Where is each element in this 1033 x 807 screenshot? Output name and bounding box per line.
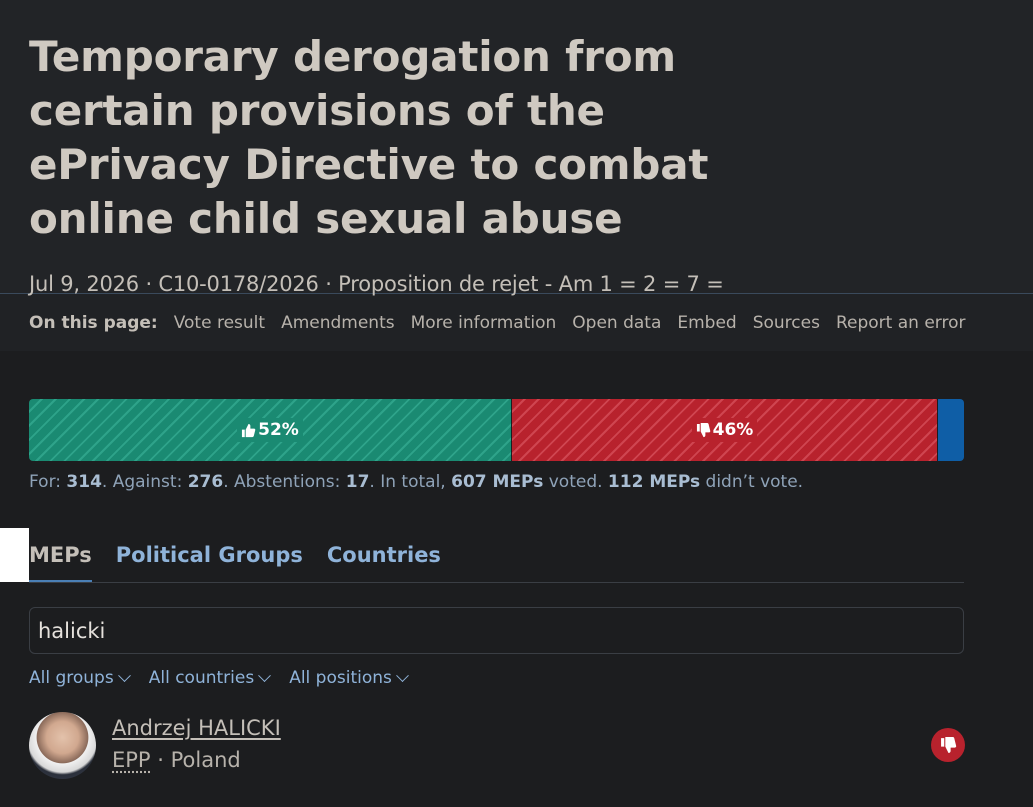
for-segment: 52% [29,399,511,461]
chevron-down-icon [117,668,131,682]
vote-position-badge [931,728,965,762]
not-voted-count: 112 MEPs [607,472,701,492]
nav-link-sources[interactable]: Sources [753,313,820,333]
vote-summary: For: 314. Against: 276. Abstentions: 17.… [29,472,803,492]
for-percentage: 52% [237,418,303,442]
tab-political-groups[interactable]: Political Groups [116,543,303,582]
filter-groups[interactable]: All groups [29,668,131,688]
nav-link-amendments[interactable]: Amendments [281,313,395,333]
thumbs-down-icon [696,422,710,437]
total-count: 607 MEPs [451,472,544,492]
filter-groups-label: All groups [29,668,114,688]
against-percentage: 46% [691,418,758,442]
mep-name-link[interactable]: Andrzej HALICKI [112,716,281,740]
chevron-down-icon [396,668,409,682]
main-content: 52% 46% For: 314. Against: 276. Abstenti… [0,351,1033,807]
avatar [29,712,96,779]
mep-details: EPP · Poland [112,748,241,772]
on-this-page-nav: On this page: Vote result Amendments Mor… [0,293,1033,351]
total-label: . In total, [369,472,452,492]
for-count: 314 [66,472,102,492]
result-tabs: MEPs Political Groups Countries [29,543,964,583]
thumbs-up-icon [242,423,256,437]
against-percentage-text: 46% [712,420,754,440]
nav-link-open-data[interactable]: Open data [572,313,661,333]
nav-link-embed[interactable]: Embed [677,313,736,333]
tab-countries[interactable]: Countries [327,543,441,582]
page-title: Temporary derogation from certain provis… [29,32,709,243]
overlay-block [0,528,29,582]
tab-meps[interactable]: MEPs [29,543,92,582]
nav-link-more-information[interactable]: More information [411,313,557,333]
separator: · [150,748,171,772]
list-item: Andrzej HALICKI EPP · Poland [29,712,965,782]
nav-link-report-error[interactable]: Report an error [836,313,966,333]
abstentions-count: 17 [345,472,370,492]
nav-link-vote-result[interactable]: Vote result [174,313,265,333]
on-this-page-label: On this page: [29,312,158,333]
filter-bar: All groups All countries All positions [29,668,409,688]
abstention-segment [938,399,964,461]
for-percentage-text: 52% [258,420,299,440]
filter-positions[interactable]: All positions [289,668,409,688]
filter-positions-label: All positions [289,668,392,688]
against-count: 276 [187,472,224,492]
abstentions-label: . Abstentions: [223,472,346,492]
mep-country: Poland [170,748,241,772]
chevron-down-icon [258,668,272,682]
against-segment: 46% [512,399,937,461]
filter-countries-label: All countries [148,668,255,688]
not-voted-label: didn’t vote. [700,472,804,492]
thumbs-down-icon [940,736,956,753]
vote-result-bar: 52% 46% [29,399,964,461]
for-label: For: [29,472,67,492]
against-label: . Against: [101,472,188,492]
search-input[interactable] [29,607,964,654]
voted-label: voted. [543,472,608,492]
mep-group: EPP [112,748,151,772]
page-header: Temporary derogation from certain provis… [0,0,1033,296]
filter-countries[interactable]: All countries [148,668,272,688]
